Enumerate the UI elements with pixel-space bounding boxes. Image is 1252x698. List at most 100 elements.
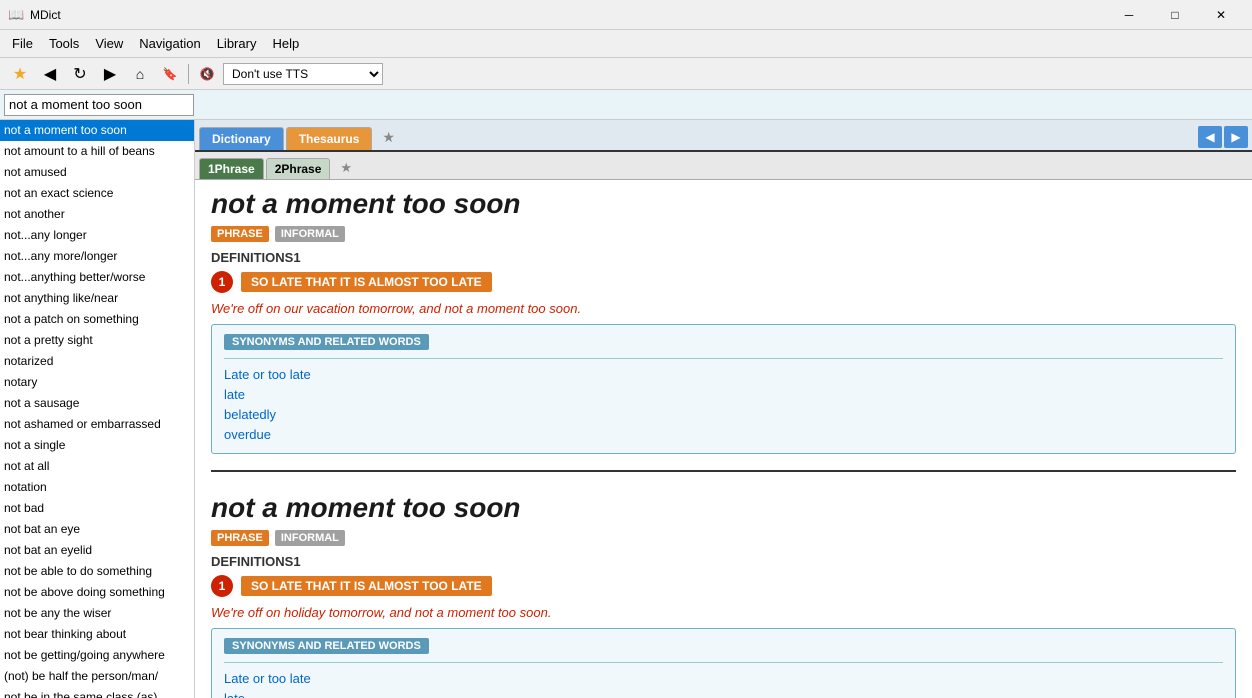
dictionary-entry: not a moment too soon PHRASE INFORMAL DE… <box>211 492 1236 698</box>
synonyms-divider <box>224 662 1223 663</box>
definitions-header: DEFINITIONS1 <box>211 554 1236 569</box>
synonym-group-title[interactable]: Late or too late <box>224 669 1223 689</box>
synonym-group-title[interactable]: Late or too late <box>224 365 1223 385</box>
synonyms-header: SYNONYMS AND RELATED WORDS <box>224 638 429 654</box>
tab-bar: Dictionary Thesaurus ★ ◀ ▶ <box>195 120 1252 152</box>
toolbar-separator <box>188 64 189 84</box>
word-list: not a moment too soon not amount to a hi… <box>0 120 194 698</box>
refresh-button[interactable]: ↻ <box>66 61 94 87</box>
audio-button[interactable]: 🔇 <box>193 61 221 87</box>
menu-file[interactable]: File <box>4 32 41 55</box>
menu-tools[interactable]: Tools <box>41 32 87 55</box>
star-button[interactable]: ★ <box>6 61 34 87</box>
word-item[interactable]: not be getting/going anywhere <box>0 645 194 666</box>
definitions-header: DEFINITIONS1 <box>211 250 1236 265</box>
tab-star[interactable]: ★ <box>374 125 403 150</box>
definition-number: 1 <box>211 575 233 597</box>
definition-text: SO LATE THAT IT IS ALMOST TOO LATE <box>241 272 492 292</box>
word-item[interactable]: notarized <box>0 351 194 372</box>
word-item[interactable]: not ashamed or embarrassed <box>0 414 194 435</box>
synonyms-box: SYNONYMS AND RELATED WORDS Late or too l… <box>211 628 1236 698</box>
menu-navigation[interactable]: Navigation <box>131 32 208 55</box>
phrase-tabs: 1Phrase 2Phrase ★ <box>195 152 1252 180</box>
definition-row: 1 SO LATE THAT IT IS ALMOST TOO LATE <box>211 271 1236 293</box>
search-input[interactable] <box>4 94 194 116</box>
entry-title: not a moment too soon <box>211 188 1236 220</box>
maximize-button[interactable]: □ <box>1152 0 1198 30</box>
tab-dictionary[interactable]: Dictionary <box>199 127 284 150</box>
content-panel: Dictionary Thesaurus ★ ◀ ▶ 1Phrase 2Phra… <box>195 120 1252 698</box>
word-item[interactable]: not bear thinking about <box>0 624 194 645</box>
main-layout: not a moment too soon not amount to a hi… <box>0 120 1252 698</box>
word-item[interactable]: not another <box>0 204 194 225</box>
word-item[interactable]: not amused <box>0 162 194 183</box>
menu-library[interactable]: Library <box>209 32 265 55</box>
word-item[interactable]: not a moment too soon <box>0 120 194 141</box>
app-icon: 📖 <box>8 7 24 23</box>
word-item[interactable]: not a single <box>0 435 194 456</box>
word-item[interactable]: not bad <box>0 498 194 519</box>
back-button[interactable]: ◀ <box>36 61 64 87</box>
dictionary-entry: not a moment too soon PHRASE INFORMAL DE… <box>211 188 1236 472</box>
synonyms-box: SYNONYMS AND RELATED WORDS Late or too l… <box>211 324 1236 454</box>
nav-forward-arrow[interactable]: ▶ <box>1224 126 1248 148</box>
menu-view[interactable]: View <box>87 32 131 55</box>
word-list-panel: not a moment too soon not amount to a hi… <box>0 120 195 698</box>
entry-badges: PHRASE INFORMAL <box>211 530 1236 546</box>
badge-informal: INFORMAL <box>275 530 345 546</box>
menubar: File Tools View Navigation Library Help <box>0 30 1252 58</box>
word-item[interactable]: not...anything better/worse <box>0 267 194 288</box>
phrase-tab-2[interactable]: 2Phrase <box>266 158 331 179</box>
word-item[interactable]: not anything like/near <box>0 288 194 309</box>
definition-number: 1 <box>211 271 233 293</box>
word-item[interactable]: not amount to a hill of beans <box>0 141 194 162</box>
word-item[interactable]: not...any longer <box>0 225 194 246</box>
synonyms-divider <box>224 358 1223 359</box>
content-scroll[interactable]: not a moment too soon PHRASE INFORMAL DE… <box>195 180 1252 698</box>
definition-row: 1 SO LATE THAT IT IS ALMOST TOO LATE <box>211 575 1236 597</box>
menu-help[interactable]: Help <box>264 32 307 55</box>
badge-phrase: PHRASE <box>211 226 269 242</box>
close-button[interactable]: ✕ <box>1198 0 1244 30</box>
window-controls: ─ □ ✕ <box>1106 0 1244 30</box>
tts-select[interactable]: Don't use TTS <box>223 63 383 85</box>
phrase-tab-1[interactable]: 1Phrase <box>199 158 264 179</box>
word-item[interactable]: (not) be half the person/man/ <box>0 666 194 687</box>
minimize-button[interactable]: ─ <box>1106 0 1152 30</box>
phrase-tab-star[interactable]: ★ <box>332 157 360 179</box>
badge-informal: INFORMAL <box>275 226 345 242</box>
word-item[interactable]: not bat an eyelid <box>0 540 194 561</box>
home-button[interactable]: ⌂ <box>126 61 154 87</box>
word-item[interactable]: not...any more/longer <box>0 246 194 267</box>
word-item[interactable]: not an exact science <box>0 183 194 204</box>
entry-badges: PHRASE INFORMAL <box>211 226 1236 242</box>
forward-button[interactable]: ▶ <box>96 61 124 87</box>
titlebar: 📖 MDict ─ □ ✕ <box>0 0 1252 30</box>
entry-title: not a moment too soon <box>211 492 1236 524</box>
bookmark-button[interactable]: 🔖 <box>156 61 184 87</box>
word-item[interactable]: not be any the wiser <box>0 603 194 624</box>
word-item[interactable]: not at all <box>0 456 194 477</box>
nav-arrows: ◀ ▶ <box>1198 126 1248 148</box>
word-item[interactable]: not a sausage <box>0 393 194 414</box>
word-item[interactable]: not bat an eye <box>0 519 194 540</box>
word-item[interactable]: not be in the same class (as) <box>0 687 194 698</box>
synonym-link[interactable]: overdue <box>224 425 1223 445</box>
synonyms-header: SYNONYMS AND RELATED WORDS <box>224 334 429 350</box>
example-sentence: We're off on our vacation tomorrow, and … <box>211 301 1236 316</box>
word-item[interactable]: notation <box>0 477 194 498</box>
word-item[interactable]: not a pretty sight <box>0 330 194 351</box>
app-title: MDict <box>30 8 1106 22</box>
word-item[interactable]: not be able to do something <box>0 561 194 582</box>
toolbar: ★ ◀ ↻ ▶ ⌂ 🔖 🔇 Don't use TTS <box>0 58 1252 90</box>
word-item[interactable]: not a patch on something <box>0 309 194 330</box>
synonym-link[interactable]: late <box>224 689 1223 698</box>
badge-phrase: PHRASE <box>211 530 269 546</box>
tab-thesaurus[interactable]: Thesaurus <box>286 127 373 150</box>
word-item[interactable]: not be above doing something <box>0 582 194 603</box>
synonym-link[interactable]: late <box>224 385 1223 405</box>
nav-back-arrow[interactable]: ◀ <box>1198 126 1222 148</box>
word-item[interactable]: notary <box>0 372 194 393</box>
synonym-link[interactable]: belatedly <box>224 405 1223 425</box>
definition-text: SO LATE THAT IT IS ALMOST TOO LATE <box>241 576 492 596</box>
